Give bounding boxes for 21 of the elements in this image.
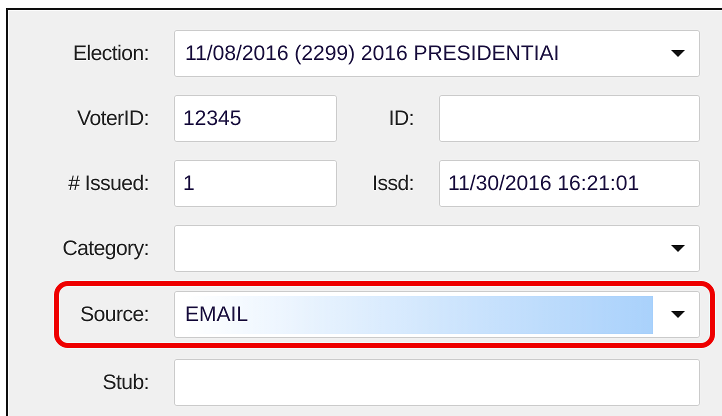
caret-icon xyxy=(671,50,685,57)
dropdown[interactable]: 11/08/2016 (2299) 2016 PRESIDENTIAI xyxy=(174,30,700,77)
input-field[interactable] xyxy=(439,95,700,142)
field-label: Election: xyxy=(72,42,149,66)
dropdown-value: EMAIL xyxy=(185,302,248,326)
dropdown[interactable] xyxy=(174,225,700,272)
input-field[interactable]: 12345 xyxy=(174,95,337,142)
field-label: Issd: xyxy=(371,172,414,196)
field-label: Source: xyxy=(79,302,149,326)
input-field[interactable] xyxy=(174,359,700,406)
dropdown-value: 11/08/2016 (2299) 2016 PRESIDENTIAI xyxy=(185,42,560,66)
field-label: # Issued: xyxy=(67,172,149,196)
dropdown[interactable]: EMAIL xyxy=(174,291,700,338)
caret-icon xyxy=(671,245,685,252)
field-label: Stub: xyxy=(101,370,149,394)
input-field[interactable]: 11/30/2016 16:21:01 xyxy=(439,160,700,207)
field-label: Category: xyxy=(61,236,149,260)
caret-icon xyxy=(671,311,685,318)
input-field[interactable]: 1 xyxy=(174,160,337,207)
field-label: ID: xyxy=(388,106,414,130)
field-label: VoterID: xyxy=(76,106,149,130)
